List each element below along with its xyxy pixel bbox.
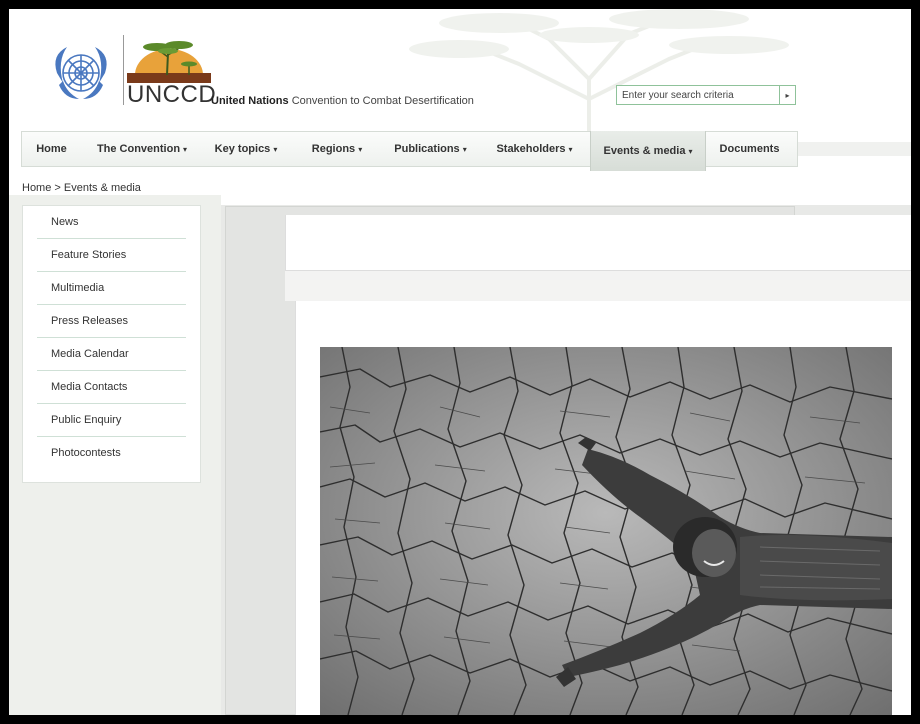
sidebar-item-photocontests[interactable]: Photocontests <box>23 437 200 470</box>
nav-item-home[interactable]: Home <box>22 131 84 167</box>
arrow-right-icon: ▸ <box>785 90 790 100</box>
chevron-down-icon: ▾ <box>462 144 467 154</box>
nav-label: Key topics <box>214 143 271 155</box>
sidebar-menu: News Feature Stories Multimedia Press Re… <box>22 205 201 483</box>
search-box: ▸ <box>616 85 796 105</box>
nav-label: Events & media <box>603 145 686 157</box>
tagline-bold: United Nations <box>211 95 289 107</box>
nav-label: Publications <box>394 143 460 155</box>
unccd-logo-text: UNCCD <box>127 81 217 108</box>
nav-item-stakeholders[interactable]: Stakeholders ▾ <box>479 131 590 167</box>
nav-label: Home <box>36 143 67 155</box>
sidebar-item-media-calendar[interactable]: Media Calendar <box>23 338 200 371</box>
content-separator <box>285 271 911 301</box>
nav-label: Documents <box>719 143 780 155</box>
chevron-down-icon: ▾ <box>358 144 363 154</box>
chevron-down-icon: ▾ <box>688 146 693 156</box>
photo-boy-on-cracked-earth[interactable] <box>320 347 892 715</box>
nav-label: Stakeholders <box>496 143 566 155</box>
header-divider <box>123 35 124 105</box>
sidebar-item-multimedia[interactable]: Multimedia <box>23 272 200 305</box>
content-header-box <box>285 215 911 271</box>
nav-item-regions[interactable]: Regions ▾ <box>292 131 382 167</box>
sidebar-item-feature-stories[interactable]: Feature Stories <box>23 239 200 272</box>
nav-item-documents[interactable]: Documents <box>706 131 796 167</box>
nav-item-key-topics[interactable]: Key topics ▾ <box>200 131 292 167</box>
tagline-rest: Convention to Combat Desertification <box>291 95 474 107</box>
nav-extension-strip <box>798 142 911 156</box>
nav-label: Regions <box>311 143 356 155</box>
nav-item-the-convention[interactable]: The Convention ▾ <box>84 131 200 167</box>
nav-item-events-media[interactable]: Events & media ▾ <box>590 131 706 171</box>
sidebar-item-news[interactable]: News <box>23 206 200 239</box>
unccd-tree-logo-icon[interactable] <box>127 35 211 83</box>
main-navigation: Home The Convention ▾ Key topics ▾ Regio… <box>21 131 798 171</box>
chevron-down-icon: ▾ <box>568 144 573 154</box>
nav-label: The Convention <box>96 143 181 155</box>
sidebar-item-press-releases[interactable]: Press Releases <box>23 305 200 338</box>
search-submit-button[interactable]: ▸ <box>779 86 795 104</box>
tagline: United Nations Convention to Combat Dese… <box>211 95 474 107</box>
sidebar-item-public-enquiry[interactable]: Public Enquiry <box>23 404 200 437</box>
page-frame: UNCCD United Nations Convention to Comba… <box>9 9 911 715</box>
site-header: UNCCD United Nations Convention to Comba… <box>9 9 911 129</box>
search-input[interactable] <box>617 86 779 104</box>
sidebar-item-media-contacts[interactable]: Media Contacts <box>23 371 200 404</box>
chevron-down-icon: ▾ <box>183 144 188 154</box>
un-emblem-icon[interactable] <box>45 43 117 105</box>
nav-item-publications[interactable]: Publications ▾ <box>382 131 479 167</box>
breadcrumb[interactable]: Home > Events & media <box>22 182 141 194</box>
chevron-down-icon: ▾ <box>273 144 278 154</box>
